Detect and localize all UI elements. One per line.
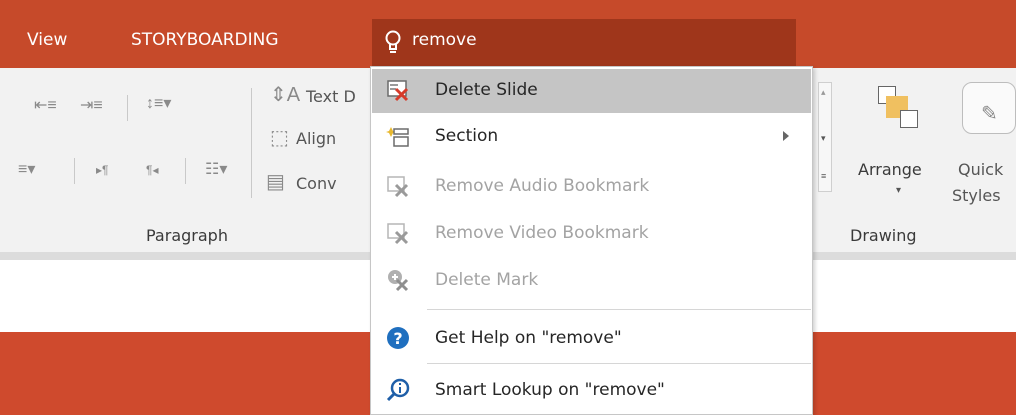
shapes-gallery-scroll[interactable]: ▴ ▾ ≡: [818, 82, 832, 192]
help-icon: ?: [387, 327, 409, 349]
ribbon-separator: [251, 88, 252, 198]
menu-item-remove-video-bookmark[interactable]: Remove Video Bookmark: [372, 212, 811, 256]
drawing-group-label: Drawing: [850, 226, 917, 245]
increase-indent-icon[interactable]: ⇥≡: [80, 98, 103, 114]
menu-item-smart-lookup[interactable]: Smart Lookup on "remove": [372, 369, 811, 413]
menu-item-label: Delete Mark: [435, 270, 539, 290]
lightbulb-icon: [385, 30, 401, 53]
menu-item-label: Remove Video Bookmark: [435, 223, 649, 243]
delete-mark-icon: [388, 270, 409, 292]
align-text-icon[interactable]: ⬚: [270, 128, 289, 148]
menu-item-label: Section: [435, 126, 499, 146]
columns-icon[interactable]: ☷▾: [205, 162, 227, 178]
more-icon[interactable]: ≡: [821, 171, 826, 181]
line-spacing-icon[interactable]: ↕≡▾: [146, 96, 171, 112]
menu-item-section[interactable]: Section: [372, 115, 811, 159]
convert-smartart-icon[interactable]: ▤: [266, 172, 285, 192]
quick-styles-icon[interactable]: ✎: [962, 82, 1016, 134]
arrange-dropdown-icon[interactable]: ▾: [896, 186, 901, 196]
ribbon-tab-bar: View STORYBOARDING remove: [0, 0, 1016, 68]
tell-me-box[interactable]: remove: [372, 19, 796, 66]
decrease-indent-icon[interactable]: ⇤≡: [34, 98, 57, 114]
paragraph-group-label: Paragraph: [146, 226, 228, 245]
scroll-up-icon[interactable]: ▴: [821, 87, 826, 98]
justify-icon[interactable]: ≡▾: [18, 162, 35, 178]
text-direction-icon[interactable]: ⇕A: [270, 85, 300, 105]
convert-smartart-label[interactable]: Conv: [296, 174, 337, 193]
section-icon: [386, 127, 409, 147]
menu-divider: [427, 363, 811, 364]
rtl-icon[interactable]: ¶◂: [146, 164, 158, 176]
scroll-down-icon[interactable]: ▾: [821, 133, 826, 144]
tab-view[interactable]: View: [27, 30, 67, 50]
ltr-icon[interactable]: ▸¶: [96, 164, 108, 176]
menu-item-label: Remove Audio Bookmark: [435, 176, 650, 196]
quick-styles-label[interactable]: Quick: [958, 160, 1003, 179]
remove-bookmark-icon: [387, 176, 409, 198]
menu-item-remove-audio-bookmark[interactable]: Remove Audio Bookmark: [372, 165, 811, 209]
ribbon-separator: [127, 95, 128, 121]
ribbon-separator: [185, 158, 186, 184]
menu-item-label: Get Help on "remove": [435, 328, 622, 348]
arrange-label[interactable]: Arrange: [858, 160, 922, 179]
menu-item-get-help[interactable]: ? Get Help on "remove": [372, 317, 811, 361]
tell-me-results-menu: Delete Slide Section Remove Audio Bookma…: [370, 66, 813, 415]
tab-storyboarding[interactable]: STORYBOARDING: [131, 30, 279, 50]
tell-me-query[interactable]: remove: [412, 30, 477, 50]
svg-text:?: ?: [393, 329, 402, 348]
text-direction-label[interactable]: Text D: [306, 87, 356, 106]
remove-bookmark-icon: [387, 223, 409, 245]
ribbon-separator: [74, 158, 75, 184]
menu-item-label: Delete Slide: [435, 80, 538, 100]
arrange-icon[interactable]: [874, 82, 924, 132]
menu-item-delete-mark[interactable]: Delete Mark: [372, 259, 811, 303]
submenu-arrow-icon: [783, 131, 789, 141]
delete-slide-icon: [387, 80, 409, 102]
menu-item-label: Smart Lookup on "remove": [435, 380, 665, 400]
align-text-label[interactable]: Align: [296, 129, 336, 148]
menu-item-delete-slide[interactable]: Delete Slide: [372, 69, 811, 113]
smart-lookup-icon: [386, 378, 410, 402]
quick-styles-label[interactable]: Styles: [952, 186, 1001, 205]
menu-divider: [427, 309, 811, 310]
